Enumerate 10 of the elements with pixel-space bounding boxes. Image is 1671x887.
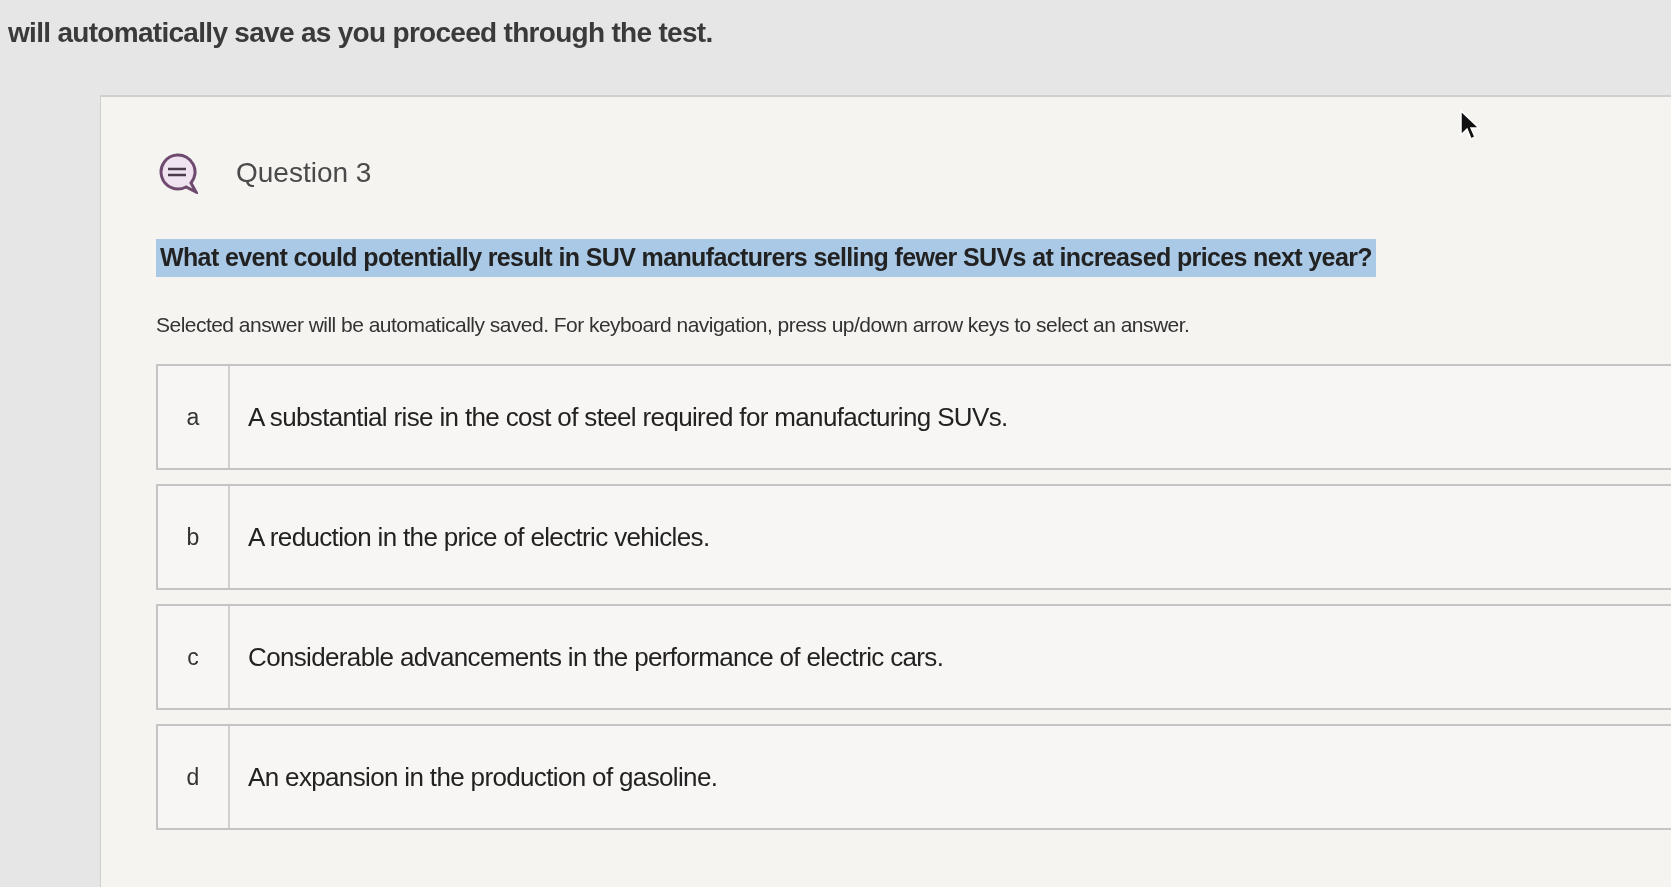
question-text: What event could potentially result in SUV manufacturers selling fewer SUVs at increased prices next year?	[156, 239, 1376, 277]
question-title: Question 3	[236, 156, 372, 190]
answer-option[interactable]: b A reduction in the price of electric vehicles.	[156, 484, 1671, 590]
instructions-text: Selected answer will be automatically saved. For keyboard navigation, press up/down arrow keys to select an answer.	[156, 312, 1190, 336]
answer-option[interactable]: c Considerable advancements in the performance of electric cars.	[156, 604, 1671, 710]
answer-option[interactable]: d An expansion in the production of gasoline.	[156, 724, 1671, 830]
mouse-pointer-icon	[1459, 109, 1481, 141]
speech-bubble-icon	[156, 152, 198, 194]
save-notice: will automatically save as you proceed through the test.	[8, 17, 713, 48]
answer-option[interactable]: a A substantial rise in the cost of steel required for manufacturing SUVs.	[156, 364, 1671, 470]
